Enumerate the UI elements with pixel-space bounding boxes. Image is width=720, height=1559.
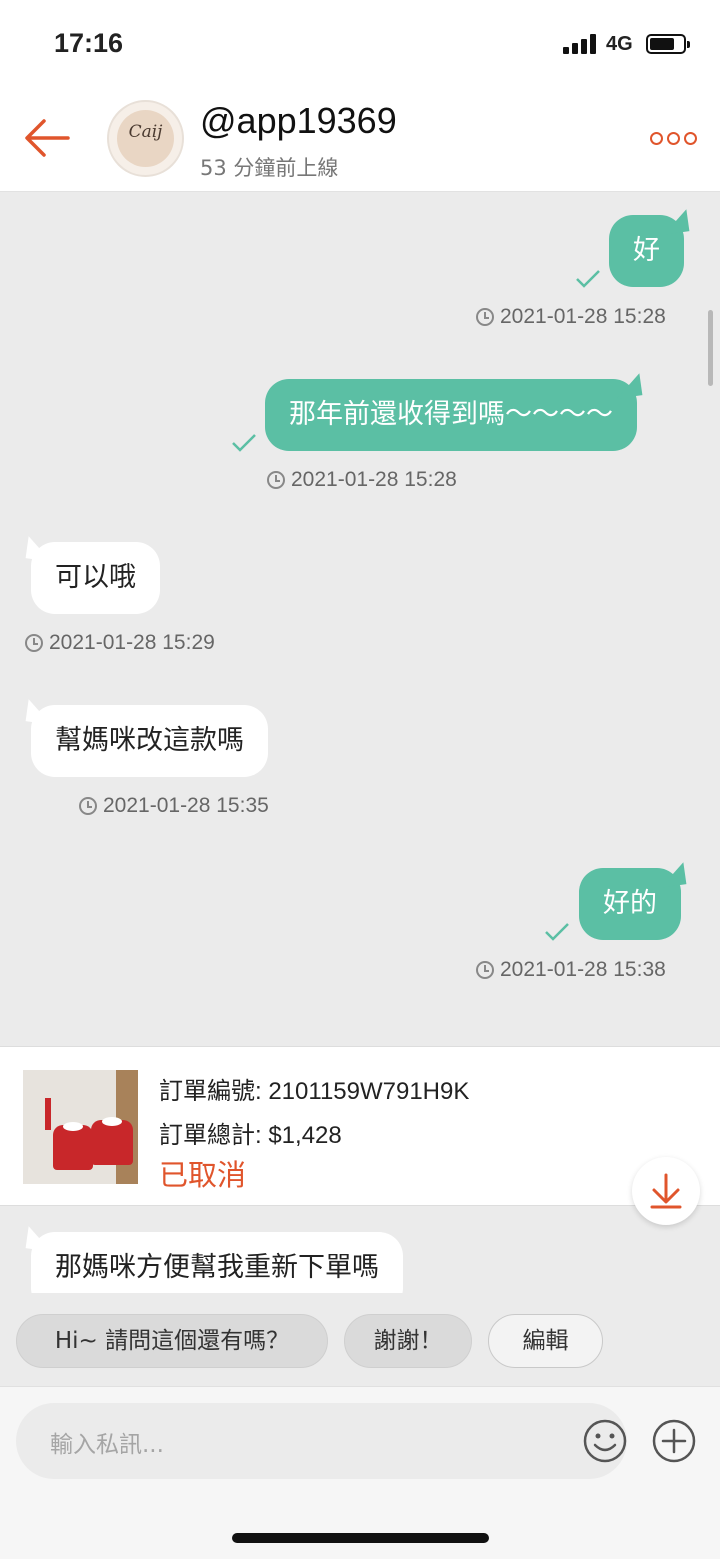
download-arrow-icon <box>650 1173 682 1209</box>
clock-icon <box>25 634 43 652</box>
clock-icon <box>476 308 494 326</box>
chat-header: Caij @app19369 53 分鐘前上線 <box>0 88 720 192</box>
order-number: 訂單編號: 2101159W791H9K <box>159 1078 470 1105</box>
incoming-message[interactable]: 可以哦 <box>31 542 160 614</box>
network-label: 4G <box>606 33 633 55</box>
message-timestamp: 2021-01-28 15:29 <box>25 631 215 655</box>
plus-circle-icon[interactable] <box>651 1418 697 1464</box>
message-timestamp: 2021-01-28 15:35 <box>79 794 269 818</box>
more-dots-icon <box>650 132 663 145</box>
quick-reply-chip[interactable]: 謝謝！ <box>344 1314 472 1368</box>
edit-quick-replies-button[interactable]: 編輯 <box>488 1314 603 1368</box>
message-timestamp: 2021-01-28 15:28 <box>476 305 666 329</box>
last-online-status: 53 分鐘前上線 <box>200 156 339 180</box>
clock-icon <box>267 471 285 489</box>
chat-scrollbar[interactable] <box>708 310 713 386</box>
status-bar: 17:16 4G <box>0 0 720 88</box>
message-timestamp: 2021-01-28 15:38 <box>476 958 666 982</box>
more-options-button[interactable] <box>650 132 697 146</box>
product-thumbnail[interactable] <box>23 1070 138 1184</box>
outgoing-message[interactable]: 好的 <box>579 868 681 940</box>
outgoing-message[interactable]: 那年前還收得到嗎～～～～ <box>265 379 637 451</box>
order-status: 已取消 <box>159 1158 247 1192</box>
check-icon <box>232 434 256 452</box>
incoming-message[interactable]: 那媽咪方便幫我重新下單嗎 <box>31 1232 403 1293</box>
quick-reply-chip[interactable]: Hi~ 請問這個還有嗎？ <box>16 1314 328 1368</box>
incoming-message[interactable]: 幫媽咪改這款嗎 <box>31 705 268 777</box>
order-total: 訂單總計: $1,428 <box>159 1122 342 1149</box>
avatar[interactable]: Caij <box>107 100 184 177</box>
check-icon <box>576 270 600 288</box>
clock-icon <box>476 961 494 979</box>
scroll-to-bottom-button[interactable] <box>632 1157 700 1225</box>
order-card[interactable]: 訂單編號: 2101159W791H9K 訂單總計: $1,428 已取消 <box>0 1046 720 1206</box>
arrow-left-icon <box>25 119 70 157</box>
status-time: 17:16 <box>54 28 124 58</box>
quick-replies: Hi~ 請問這個還有嗎？ 謝謝！ 編輯 <box>0 1296 720 1384</box>
chat-messages[interactable]: 好 2021-01-28 15:28 那年前還收得到嗎～～～～ 2021-01-… <box>0 193 720 1293</box>
home-indicator <box>232 1533 489 1543</box>
clock-icon <box>79 797 97 815</box>
avatar-logo-text: Caij <box>128 122 163 142</box>
battery-icon <box>646 34 690 54</box>
message-input-placeholder: 輸入私訊... <box>50 1432 164 1458</box>
message-input[interactable]: 輸入私訊... <box>16 1403 627 1479</box>
check-icon <box>545 923 569 941</box>
message-timestamp: 2021-01-28 15:28 <box>267 468 457 492</box>
outgoing-message[interactable]: 好 <box>609 215 684 287</box>
smiley-icon[interactable] <box>582 1418 628 1464</box>
signal-icon <box>563 34 599 54</box>
chat-username[interactable]: @app19369 <box>200 100 397 142</box>
back-button[interactable] <box>22 116 72 160</box>
